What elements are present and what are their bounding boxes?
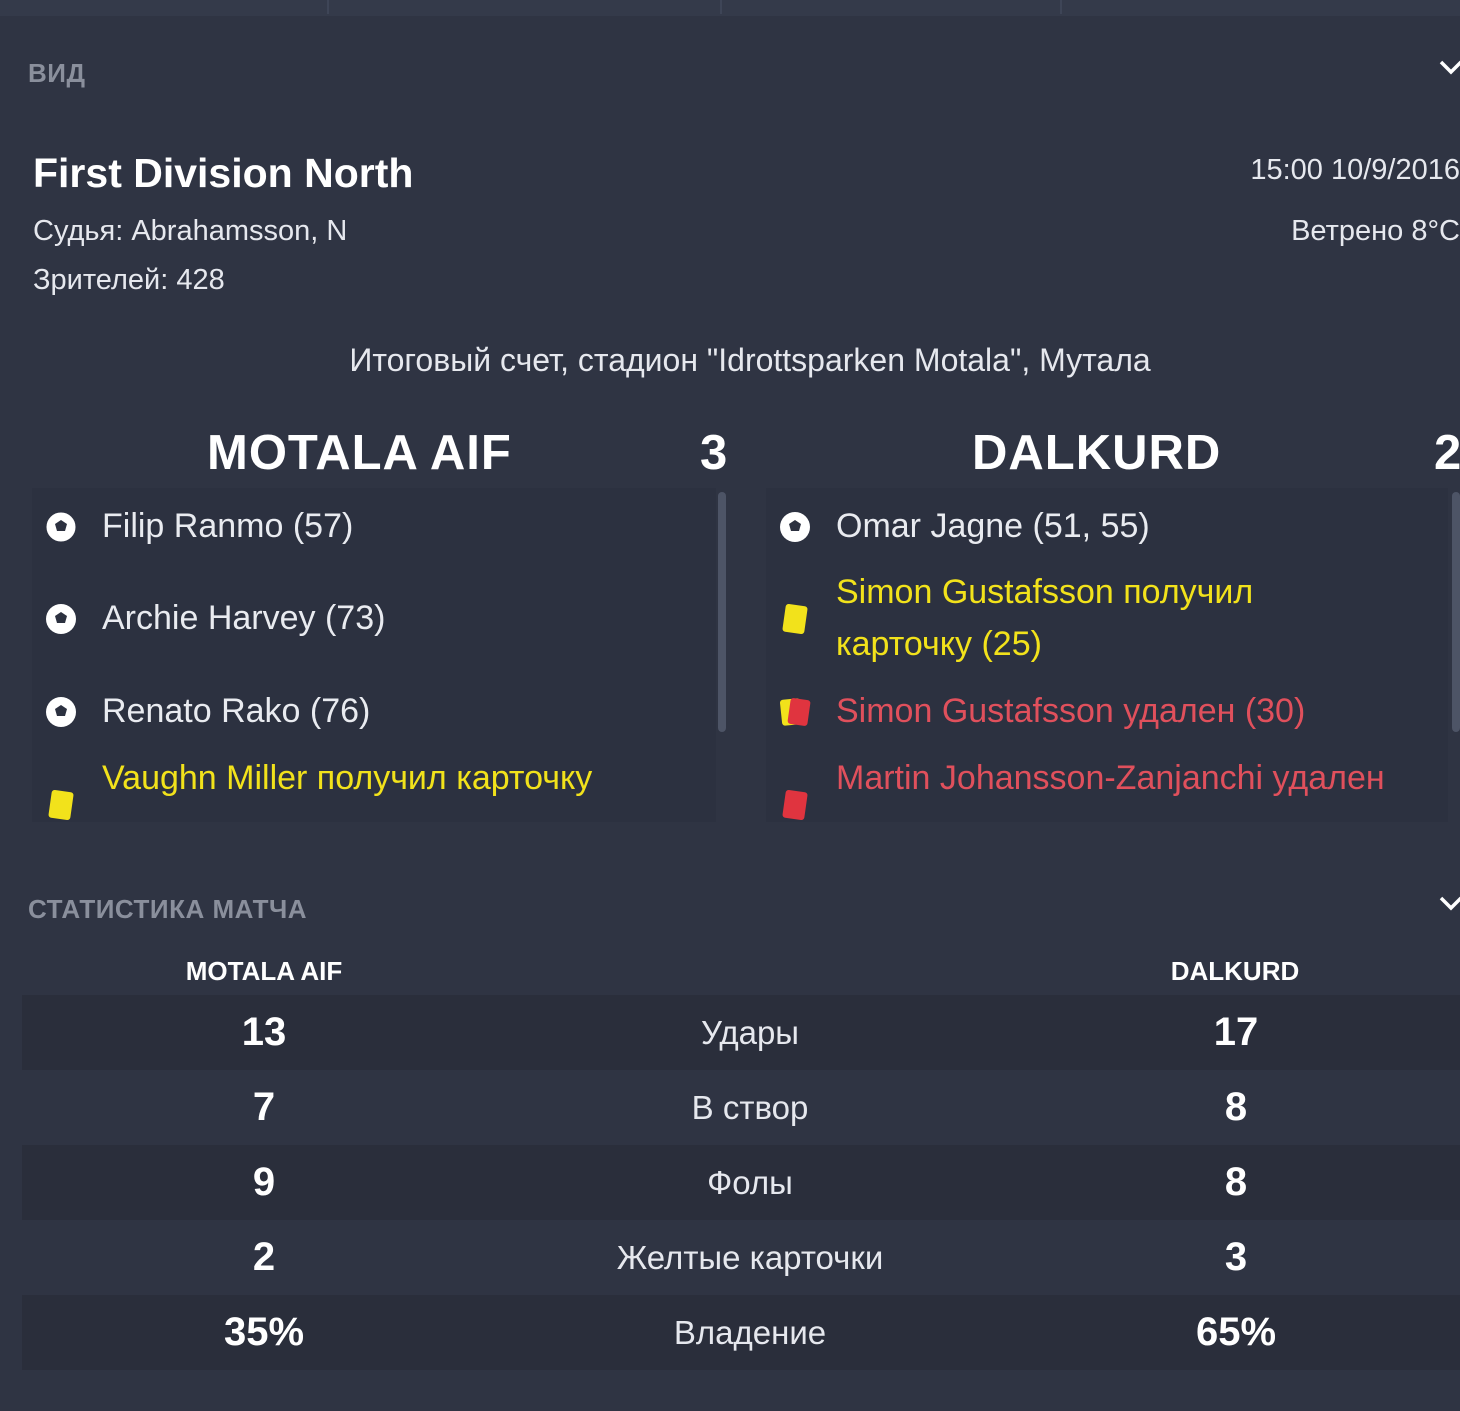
weather-text: Ветрено 8°C <box>1291 215 1460 247</box>
event-text: Omar Jagne (51, 55) <box>836 507 1150 545</box>
tab-divider <box>327 0 329 14</box>
stat-label: Владение <box>673 1314 827 1351</box>
football-icon <box>780 512 810 542</box>
red-card-icon <box>782 789 808 821</box>
away-events-list[interactable]: Omar Jagne (51, 55) Simon Gustafsson пол… <box>766 488 1448 822</box>
event-text: Renato Rako (76) <box>102 692 371 730</box>
away-events-scrollbar[interactable] <box>1452 492 1460 732</box>
stat-label: В створ <box>691 1089 809 1126</box>
stats-section-label: СТАТИСТИКА МАТЧА <box>28 894 308 924</box>
home-events-list[interactable]: Filip Ranmo (57) Archie Harvey (73) Rena… <box>32 488 716 822</box>
stat-row-shots: 13 Удары 17 <box>22 995 1460 1070</box>
stat-away-value: 8 <box>1224 1085 1248 1129</box>
event-text-line1: Simon Gustafsson получил <box>836 573 1254 611</box>
stat-row-fouls: 9 Фолы 8 <box>22 1145 1460 1220</box>
stats-away-header: DALKURD <box>1170 956 1300 986</box>
stats-home-header: MOTALA AIF <box>185 956 343 986</box>
stat-row-on-target: 7 В створ 8 <box>22 1070 1460 1145</box>
stat-away-value: 3 <box>1224 1235 1248 1279</box>
stat-away-value: 8 <box>1224 1160 1248 1204</box>
yellow-card-icon <box>48 789 74 821</box>
event-text: Simon Gustafsson удален (30) <box>836 692 1306 730</box>
stat-away-value: 17 <box>1213 1010 1259 1054</box>
event-text: Martin Johansson-Zanjanchi удален <box>836 759 1385 797</box>
yellow-card-icon <box>782 603 808 635</box>
away-team-score: 2 <box>1434 426 1460 480</box>
away-team-name[interactable]: DALKURD <box>972 425 1221 481</box>
home-team-name[interactable]: MOTALA AIF <box>207 425 512 481</box>
top-tab-strip <box>0 0 1460 16</box>
stat-label: Желтые карточки <box>616 1239 884 1276</box>
competition-title: First Division North <box>33 150 414 196</box>
football-icon <box>45 511 77 543</box>
stat-home-value: 9 <box>252 1160 276 1204</box>
referee-text: Судья: Abrahamsson, N <box>33 215 348 247</box>
stat-home-value: 7 <box>252 1085 276 1129</box>
event-text: Vaughn Miller получил карточку <box>102 759 593 797</box>
venue-line: Итоговый счет, стадион "Idrottsparken Mo… <box>349 342 1151 378</box>
home-events-scrollbar[interactable] <box>718 492 726 732</box>
stat-row-possession: 35% Владение 65% <box>22 1295 1460 1370</box>
event-text-line2: карточку (25) <box>836 625 1042 663</box>
stat-away-value: 65% <box>1195 1310 1277 1354</box>
view-section-label: ВИД <box>28 58 86 88</box>
stat-home-value: 2 <box>252 1235 276 1279</box>
second-yellow-card-icon <box>779 698 811 726</box>
chevron-down-icon[interactable] <box>1436 52 1460 82</box>
stat-label: Удары <box>700 1014 800 1051</box>
football-icon <box>46 604 76 634</box>
match-datetime: 15:00 10/9/2016 <box>1250 154 1460 186</box>
football-icon <box>46 697 76 727</box>
event-text: Archie Harvey (73) <box>102 599 386 637</box>
stat-home-value: 35% <box>223 1310 305 1354</box>
tab-divider <box>720 0 722 14</box>
chevron-down-icon[interactable] <box>1436 888 1460 918</box>
event-text: Filip Ranmo (57) <box>102 507 354 545</box>
stat-label: Фолы <box>707 1164 793 1201</box>
tab-divider <box>1060 0 1062 14</box>
stat-row-yellow-cards: 2 Желтые карточки 3 <box>22 1220 1460 1295</box>
home-team-score: 3 <box>700 426 728 480</box>
stat-home-value: 13 <box>241 1010 287 1054</box>
attendance-text: Зрителей: 428 <box>33 264 225 296</box>
